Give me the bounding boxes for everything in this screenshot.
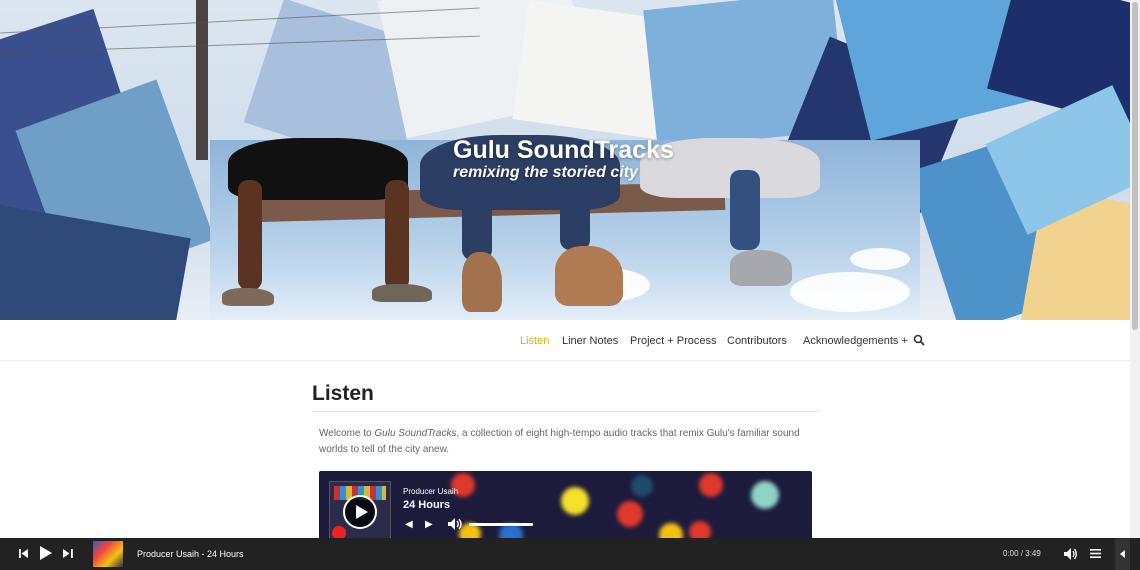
next-icon[interactable]: ▶ xyxy=(425,519,433,530)
bokeh-light xyxy=(631,475,653,497)
now-playing-artwork xyxy=(93,541,123,567)
volume-slider[interactable] xyxy=(469,523,533,526)
previous-icon[interactable] xyxy=(19,549,29,558)
volume-icon[interactable] xyxy=(1064,548,1078,560)
bokeh-light xyxy=(689,521,711,539)
cloud xyxy=(790,272,910,312)
volume-icon[interactable] xyxy=(447,517,463,531)
nav-liner-notes[interactable]: Liner Notes xyxy=(562,335,618,347)
play-icon[interactable] xyxy=(40,546,52,560)
page-title: Listen xyxy=(312,382,374,405)
main-navigation: Listen Liner Notes Project + Process Con… xyxy=(0,320,1130,361)
bokeh-light xyxy=(561,487,589,515)
site-title[interactable]: Gulu SoundTracks xyxy=(453,136,674,165)
sneaker xyxy=(730,250,792,286)
person-leg xyxy=(385,180,409,290)
bokeh-light xyxy=(699,473,723,497)
boot xyxy=(462,252,502,312)
playlist-icon[interactable] xyxy=(1090,549,1101,558)
title-divider xyxy=(312,411,820,412)
playback-time: 0:00 / 3:49 xyxy=(1003,549,1041,558)
nav-contributors[interactable]: Contributors xyxy=(727,335,787,347)
nav-acknowledgements[interactable]: Acknowledgements + xyxy=(803,335,908,347)
collapse-player-button[interactable] xyxy=(1115,538,1130,570)
track-title: 24 Hours xyxy=(403,499,451,511)
search-icon[interactable] xyxy=(913,334,925,346)
scrollbar-thumb[interactable] xyxy=(1132,2,1138,330)
utility-pole xyxy=(196,0,208,160)
bokeh-light xyxy=(659,523,683,539)
person-leg xyxy=(462,190,492,260)
person-leg xyxy=(730,170,760,250)
embedded-audio-player: Producer Usaih 24 Hours ◀ ▶ xyxy=(319,471,812,539)
intro-paragraph: Welcome to Gulu SoundTracks, a collectio… xyxy=(319,426,819,458)
intro-emphasis: Gulu SoundTracks xyxy=(374,428,457,439)
intro-prefix: Welcome to xyxy=(319,428,375,439)
hero-banner: Gulu SoundTracks remixing the storied ci… xyxy=(0,0,1130,320)
sandal xyxy=(222,288,274,306)
nav-listen[interactable]: Listen xyxy=(520,335,549,347)
now-playing-title: Producer Usaih - 24 Hours xyxy=(137,549,244,559)
track-artist: Producer Usaih xyxy=(403,487,459,496)
previous-icon[interactable]: ◀ xyxy=(405,519,413,530)
site-tagline: remixing the storied city xyxy=(453,164,638,181)
boot xyxy=(555,246,623,306)
play-button[interactable] xyxy=(343,495,377,529)
bokeh-light xyxy=(617,501,643,527)
nav-project-process[interactable]: Project + Process xyxy=(630,335,717,347)
bokeh-light xyxy=(751,481,779,509)
next-icon[interactable] xyxy=(63,549,73,558)
cloud xyxy=(850,248,910,270)
sandal xyxy=(372,284,432,302)
person-leg xyxy=(238,180,262,290)
collapse-icon xyxy=(1120,550,1125,558)
person-leg xyxy=(560,190,590,250)
